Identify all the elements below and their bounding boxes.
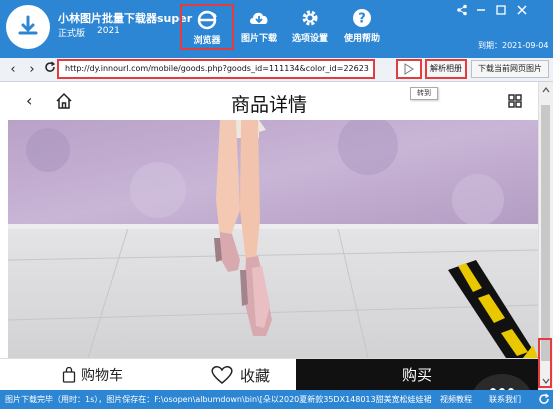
shopping-bag-icon bbox=[62, 367, 76, 383]
app-year: 2021 bbox=[97, 26, 120, 36]
minimize-icon[interactable] bbox=[474, 4, 488, 18]
app-edition: 正式版 bbox=[58, 29, 86, 39]
nav-download-button[interactable]: 图片下载 bbox=[232, 4, 286, 50]
webpage-header: ‹ 商品详情 bbox=[0, 82, 538, 120]
go-button[interactable] bbox=[396, 59, 422, 79]
download-cloud-icon bbox=[18, 15, 38, 35]
webpage-bottom-bar: 购物车 收藏 购买 bbox=[0, 358, 538, 390]
reload-button[interactable] bbox=[42, 61, 58, 79]
ie-browser-icon bbox=[196, 9, 218, 31]
gear-icon bbox=[299, 7, 321, 29]
scroll-highlight-box bbox=[538, 338, 552, 388]
reload-icon bbox=[45, 61, 56, 72]
expire-date: 到期：2021-09-04 bbox=[478, 41, 549, 50]
nav-settings-button[interactable]: 选项设置 bbox=[283, 4, 337, 50]
share-icon[interactable] bbox=[455, 4, 469, 18]
webpage-view: ‹ 商品详情 购物车 收藏 购买 bbox=[0, 82, 538, 390]
cart-button[interactable]: 购物车 bbox=[62, 365, 123, 385]
cloud-download-icon bbox=[248, 7, 270, 29]
status-bar: 图片下载完毕（用时：1s），图片保存在：F:\osopen\albumdown\… bbox=[0, 390, 553, 409]
forward-button[interactable]: › bbox=[24, 61, 40, 79]
nav-browser-label: 浏览器 bbox=[193, 36, 221, 46]
nav-settings-label: 选项设置 bbox=[291, 34, 328, 44]
restore-icon[interactable] bbox=[494, 4, 508, 18]
close-icon[interactable] bbox=[515, 4, 529, 18]
scrollbar-thumb[interactable] bbox=[541, 105, 550, 361]
nav-help-label: 使用帮助 bbox=[343, 34, 380, 44]
contact-us-link[interactable]: 联系我们 bbox=[489, 390, 521, 409]
play-icon bbox=[404, 63, 414, 75]
go-tooltip: 转到 bbox=[410, 87, 438, 100]
webpage-title: 商品详情 bbox=[230, 94, 307, 116]
svg-text:?: ? bbox=[358, 12, 366, 27]
cart-label: 购物车 bbox=[81, 368, 123, 384]
question-icon: ? bbox=[351, 7, 373, 29]
favorite-button[interactable]: 收藏 bbox=[210, 364, 270, 386]
heart-icon bbox=[211, 365, 233, 384]
back-button[interactable]: ‹ bbox=[5, 61, 21, 79]
address-toolbar: ‹ › http://dy.innourl.com/mobile/goods.p… bbox=[0, 58, 553, 82]
url-input[interactable]: http://dy.innourl.com/mobile/goods.php?g… bbox=[57, 59, 375, 79]
title-bar: 小林图片批量下载器super 正式版 2021 浏览器 图片下载 选项设置 ? … bbox=[0, 0, 553, 58]
product-image bbox=[8, 120, 538, 358]
nav-download-label: 图片下载 bbox=[240, 34, 277, 44]
app-name: 小林图片批量下载器super bbox=[58, 12, 193, 25]
grid-menu-icon[interactable] bbox=[508, 94, 522, 108]
status-text: 图片下载完毕（用时：1s），图片保存在：F:\osopen\albumdown\… bbox=[5, 395, 432, 404]
app-logo bbox=[6, 5, 50, 49]
parse-album-button[interactable]: 解析相册 bbox=[425, 59, 467, 79]
refresh-icon[interactable] bbox=[538, 393, 550, 405]
favorite-label: 收藏 bbox=[240, 366, 271, 385]
video-tutorial-link[interactable]: 视频教程 bbox=[440, 390, 472, 409]
download-page-images-button[interactable]: 下载当前网页图片 bbox=[471, 60, 549, 78]
nav-help-button[interactable]: ? 使用帮助 bbox=[335, 4, 389, 50]
nav-browser-button[interactable]: 浏览器 bbox=[180, 4, 234, 50]
scroll-up-icon[interactable] bbox=[542, 87, 550, 93]
